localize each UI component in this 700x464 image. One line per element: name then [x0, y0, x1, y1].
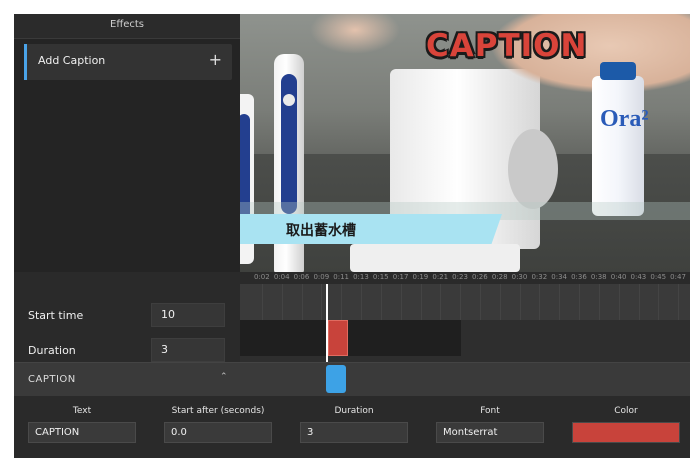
video-track[interactable] — [240, 284, 690, 320]
track-gridline — [579, 284, 581, 320]
track-gridline — [380, 284, 382, 320]
video-stand — [350, 244, 520, 272]
track-gridline — [618, 284, 620, 320]
ruler-tick-label: 0:26 — [472, 273, 488, 281]
ruler-tick-label: 0:06 — [293, 273, 310, 281]
track-gridline — [638, 284, 640, 320]
track-gridline — [519, 284, 521, 320]
caption-duration-label: Duration — [334, 406, 374, 416]
ruler-tick-label: 0:38 — [590, 273, 607, 281]
start-after-label: Start after (seconds) — [171, 406, 265, 416]
lower-third-banner: 取出蓄水槽 — [240, 214, 502, 244]
track-gridline — [460, 284, 462, 320]
caption-clip[interactable] — [328, 320, 348, 356]
playhead[interactable] — [326, 284, 328, 362]
selected-indicator — [24, 44, 27, 80]
ruler-tick-label: 0:47 — [670, 273, 686, 281]
caption-timeline-handle[interactable] — [326, 365, 346, 393]
chevron-up-icon[interactable]: ⌃ — [220, 372, 228, 382]
track-gridline — [321, 284, 323, 320]
track-gridline — [678, 284, 680, 320]
font-label: Font — [480, 406, 500, 416]
video-preview[interactable]: Ora² CAPTION 取出蓄水槽 — [240, 14, 690, 272]
start-time-label: Start time — [28, 309, 84, 322]
ruler-tick-label: 0:28 — [491, 273, 508, 281]
add-caption-label: Add Caption — [38, 54, 106, 67]
font-field[interactable]: Montserrat — [436, 422, 544, 443]
duration-label: Duration — [28, 344, 76, 357]
video-toothpaste: Ora² — [592, 62, 649, 216]
effects-panel-title: Effects — [14, 14, 240, 39]
lower-third-text: 取出蓄水槽 — [286, 223, 356, 239]
ruler-tick-label: 0:32 — [531, 273, 548, 281]
color-swatch[interactable] — [572, 422, 680, 443]
plus-icon[interactable]: + — [209, 50, 222, 69]
caption-fields: Text CAPTION Start after (seconds) 0.0 D… — [14, 396, 690, 458]
track-gridline — [420, 284, 422, 320]
track-gridline — [361, 284, 363, 320]
track-gridline — [281, 284, 283, 320]
track-gridline — [400, 284, 402, 320]
caption-section-title: CAPTION — [28, 374, 76, 385]
caption-section-header[interactable]: CAPTION ⌃ — [14, 362, 690, 397]
ruler-tick-label: 0:11 — [333, 273, 349, 281]
track-gridline — [480, 284, 481, 320]
add-caption-button[interactable]: Add Caption + — [24, 44, 232, 80]
ruler-tick-label: 0:21 — [432, 273, 449, 281]
clip-controls: Start time 10 Duration 3 — [14, 284, 240, 362]
duration-input[interactable]: 3 — [151, 338, 225, 362]
track-gridline — [559, 284, 561, 320]
ruler-tick-label: 0:04 — [273, 273, 290, 281]
effect-track[interactable] — [240, 320, 690, 362]
ruler-tick-label: 0:13 — [353, 273, 369, 281]
color-label: Color — [614, 406, 638, 416]
ruler-tick-label: 0:19 — [412, 273, 429, 281]
video-hand-left — [310, 14, 400, 54]
toothpaste-brand: Ora² — [600, 106, 649, 132]
ruler-tick-label: 0:23 — [452, 273, 468, 281]
track-gridline — [341, 284, 343, 320]
text-field-label: Text — [72, 406, 92, 416]
ruler-tick-label: 0:43 — [630, 273, 647, 281]
ruler-tick-label: 0:45 — [650, 273, 667, 281]
timeline-ruler[interactable]: 0:02 0:04 0:06 0:09 0:11 0:13 0:15 0:17 0:19 0:21… — [240, 272, 690, 284]
effects-panel: Effects Add Caption + — [14, 14, 240, 272]
track-gridline — [440, 284, 442, 320]
ruler-tick-label: 0:34 — [551, 273, 567, 281]
ruler-tick-label: 0:02 — [254, 273, 270, 281]
track-gridline — [598, 284, 600, 320]
track-gridline — [539, 284, 541, 320]
track-gridline — [499, 284, 501, 320]
ruler-tick-label: 0:09 — [313, 273, 330, 281]
caption-overlay[interactable]: CAPTION — [426, 28, 587, 64]
track-gridline — [262, 284, 263, 320]
effect-track-region — [240, 320, 461, 356]
ruler-tick-label: 0:15 — [372, 273, 389, 281]
ruler-tick-label: 0:17 — [392, 273, 409, 281]
ruler-tick-label: 0:40 — [610, 273, 627, 281]
ruler-tick-label: 0:36 — [571, 273, 587, 281]
ruler-tick-label: 0:30 — [511, 273, 528, 281]
track-gridline — [301, 284, 303, 320]
start-time-input[interactable]: 10 — [151, 303, 225, 327]
start-after-field[interactable]: 0.0 — [164, 422, 272, 443]
video-editor-app: Effects Add Caption + Ora² CAPTION 取出蓄水槽… — [14, 14, 690, 458]
track-gridline — [658, 284, 660, 320]
caption-duration-field[interactable]: 3 — [300, 422, 408, 443]
text-field[interactable]: CAPTION — [28, 422, 136, 443]
